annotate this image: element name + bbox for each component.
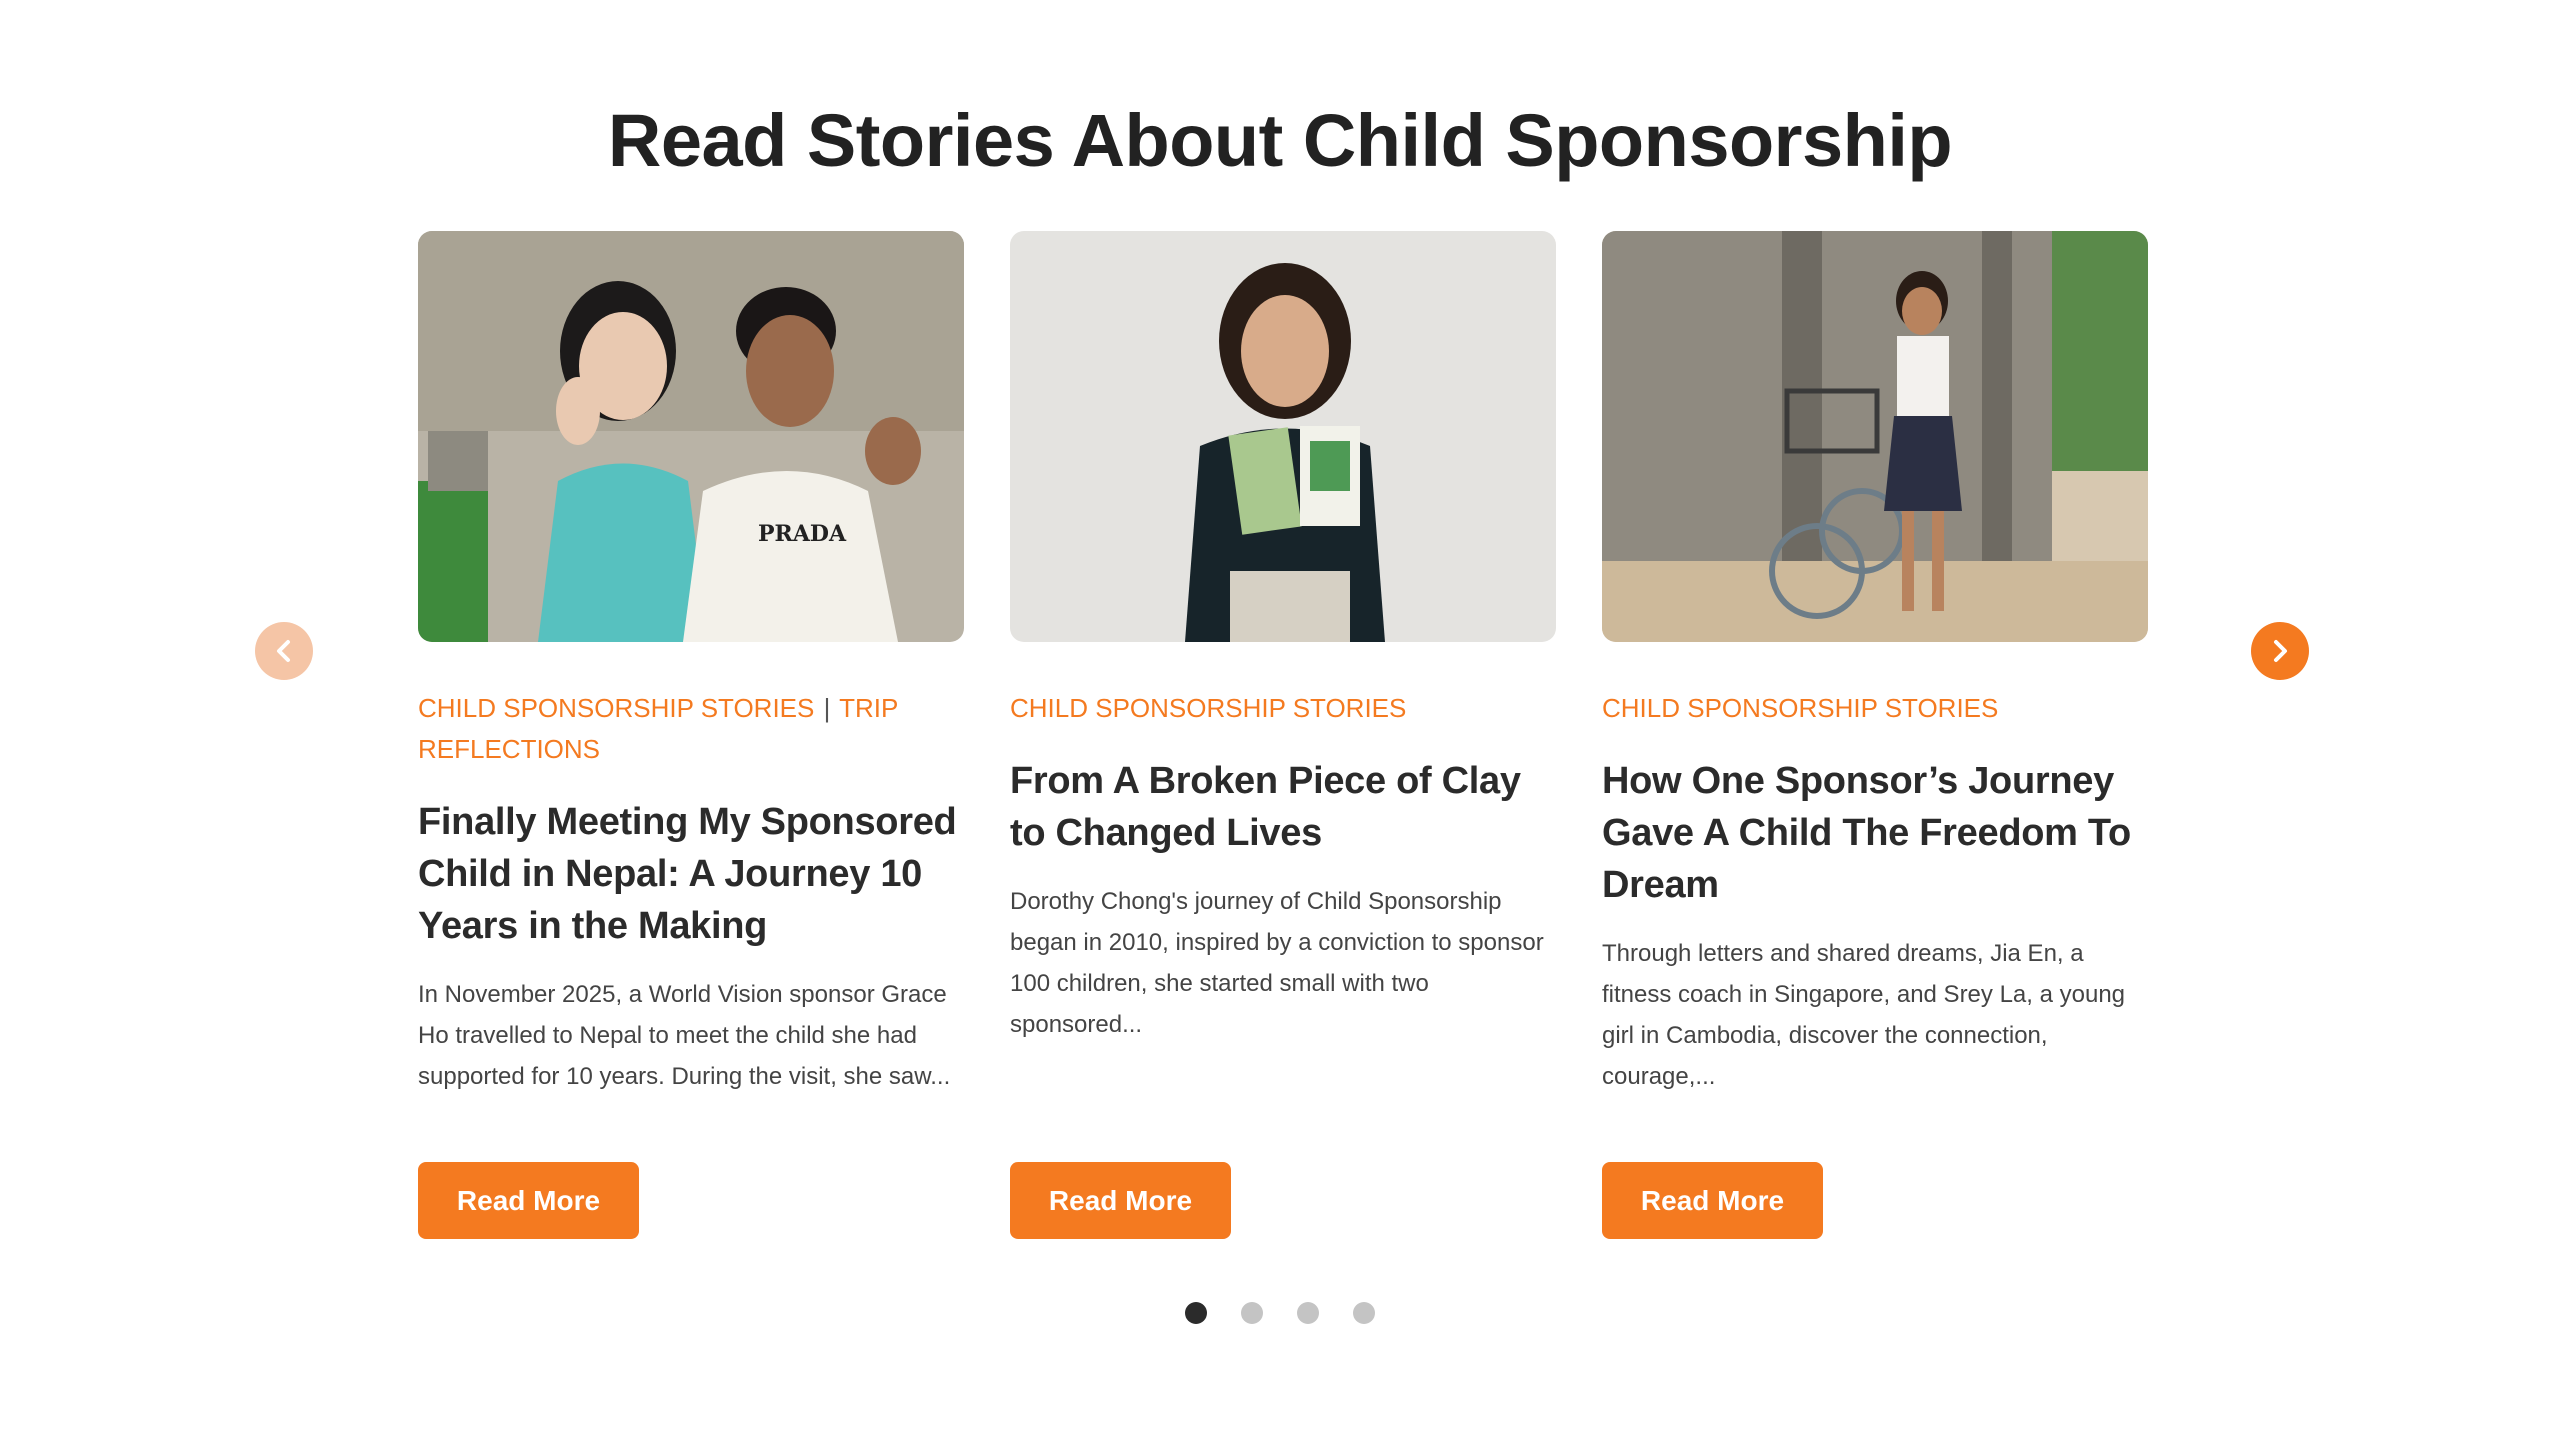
carousel-dot[interactable]: [1241, 1302, 1263, 1324]
story-photo-nepal: PRADA: [418, 231, 964, 642]
story-title[interactable]: From A Broken Piece of Clay to Changed L…: [1010, 755, 1556, 859]
carousel-prev-button[interactable]: [255, 622, 313, 680]
carousel-dot[interactable]: [1185, 1302, 1207, 1324]
story-title[interactable]: How One Sponsor’s Journey Gave A Child T…: [1602, 755, 2148, 911]
story-excerpt: In November 2025, a World Vision sponsor…: [418, 981, 951, 1090]
stories-section: Read Stories About Child Sponsorship PRA…: [0, 0, 2560, 1440]
story-image[interactable]: PRADA: [418, 231, 964, 642]
story-photo-dorothy: [1010, 231, 1556, 642]
read-more-button[interactable]: Read More: [1602, 1162, 1823, 1239]
read-more-button[interactable]: Read More: [1010, 1162, 1231, 1239]
story-card: PRADA CHILD SPONSORSHIP STORIES | TRIP R…: [418, 231, 964, 1097]
section-title: Read Stories About Child Sponsorship: [607, 99, 1953, 182]
story-image[interactable]: [1602, 231, 2148, 642]
story-title[interactable]: Finally Meeting My Sponsored Child in Ne…: [418, 796, 964, 952]
chevron-left-icon: [277, 640, 290, 662]
category-separator: |: [823, 693, 831, 723]
category-link[interactable]: CHILD SPONSORSHIP STORIES: [1010, 693, 1406, 723]
carousel-pagination: [0, 1302, 2560, 1324]
story-photo-cambodia: [1602, 231, 2148, 642]
chevron-right-icon: [2274, 640, 2287, 662]
story-category: CHILD SPONSORSHIP STORIES | TRIP REFLECT…: [418, 688, 964, 770]
category-link[interactable]: CHILD SPONSORSHIP STORIES: [418, 693, 814, 723]
carousel-dot[interactable]: [1297, 1302, 1319, 1324]
svg-text:PRADA: PRADA: [758, 521, 847, 547]
story-card: CHILD SPONSORSHIP STORIES From A Broken …: [1010, 231, 1556, 1045]
carousel-dot[interactable]: [1353, 1302, 1375, 1324]
read-more-button[interactable]: Read More: [418, 1162, 639, 1239]
carousel-next-button[interactable]: [2251, 622, 2309, 680]
story-image[interactable]: [1010, 231, 1556, 642]
story-category: CHILD SPONSORSHIP STORIES: [1602, 688, 2148, 729]
story-excerpt: Dorothy Chong's journey of Child Sponsor…: [1010, 888, 1544, 1038]
story-category: CHILD SPONSORSHIP STORIES: [1010, 688, 1556, 729]
story-card: CHILD SPONSORSHIP STORIES How One Sponso…: [1602, 231, 2148, 1097]
category-link[interactable]: CHILD SPONSORSHIP STORIES: [1602, 693, 1998, 723]
story-excerpt: Through letters and shared dreams, Jia E…: [1602, 940, 2126, 1090]
